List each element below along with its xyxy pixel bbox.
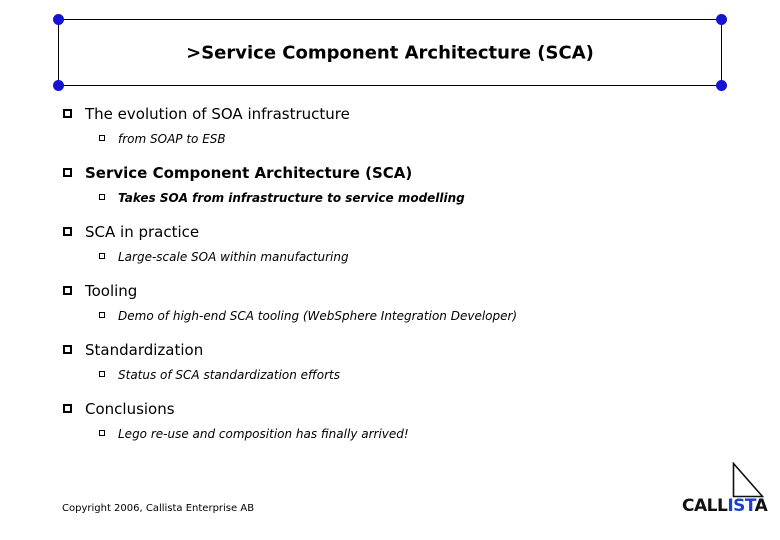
resize-handle-top-left[interactable] [53,14,64,25]
logo-word-part-2: A [754,496,768,516]
bullet-item-1[interactable]: The evolution of SOA infrastructure [0,104,780,128]
triangle-icon [732,462,764,498]
square-bullet-icon [63,109,72,118]
sub-bullet-label: Lego re-use and composition has finally … [118,427,409,441]
bullet-label: Standardization [85,341,204,359]
sub-bullet-item-5[interactable]: Status of SCA standardization efforts [0,366,780,388]
bullet-label: Conclusions [85,400,175,418]
resize-handle-bottom-left[interactable] [53,80,64,91]
square-bullet-icon [63,227,72,236]
bullet-label: Service Component Architecture (SCA) [85,164,413,182]
sub-bullet-item-3[interactable]: Large-scale SOA within manufacturing [0,248,780,270]
small-square-bullet-icon [99,253,105,259]
bullet-item-4[interactable]: Tooling [0,281,780,305]
bullet-label: The evolution of SOA infrastructure [85,105,350,123]
bullet-item-2[interactable]: Service Component Architecture (SCA) [0,163,780,187]
sub-bullet-label: Large-scale SOA within manufacturing [118,250,349,264]
sub-bullet-label: Status of SCA standardization efforts [118,368,340,382]
square-bullet-icon [63,345,72,354]
small-square-bullet-icon [99,194,105,200]
small-square-bullet-icon [99,135,105,141]
square-bullet-icon [63,168,72,177]
square-bullet-icon [63,404,72,413]
bullet-item-5[interactable]: Standardization [0,340,780,364]
small-square-bullet-icon [99,312,105,318]
logo-word-part-1: CALL [682,496,728,516]
bullet-item-6[interactable]: Conclusions [0,399,780,423]
logo-word-accent: IST [727,496,755,516]
small-square-bullet-icon [99,430,105,436]
title-selection-frame[interactable]: >Service Component Architecture (SCA) [53,14,727,91]
sub-bullet-item-4[interactable]: Demo of high-end SCA tooling (WebSphere … [0,307,780,329]
callista-logo: CALLISTA [682,462,768,518]
sub-bullet-item-1[interactable]: from SOAP to ESB [0,130,780,152]
sub-bullet-item-2[interactable]: Takes SOA from infrastructure to service… [0,189,780,211]
small-square-bullet-icon [99,371,105,377]
square-bullet-icon [63,286,72,295]
logo-wordmark: CALLISTA [682,496,768,516]
bullet-label: SCA in practice [85,223,200,241]
page-title: >Service Component Architecture (SCA) [186,42,594,63]
copyright-text: Copyright 2006, Callista Enterprise AB [62,503,255,514]
sub-bullet-label: Demo of high-end SCA tooling (WebSphere … [118,309,518,323]
bullet-label: Tooling [85,282,138,300]
sub-bullet-label: Takes SOA from infrastructure to service… [118,191,465,205]
sub-bullet-item-6[interactable]: Lego re-use and composition has finally … [0,425,780,447]
bullet-item-3[interactable]: SCA in practice [0,222,780,246]
slide-body: The evolution of SOA infrastructure from… [0,104,780,458]
sub-bullet-label: from SOAP to ESB [118,132,226,146]
resize-handle-top-right[interactable] [716,14,727,25]
resize-handle-bottom-right[interactable] [716,80,727,91]
